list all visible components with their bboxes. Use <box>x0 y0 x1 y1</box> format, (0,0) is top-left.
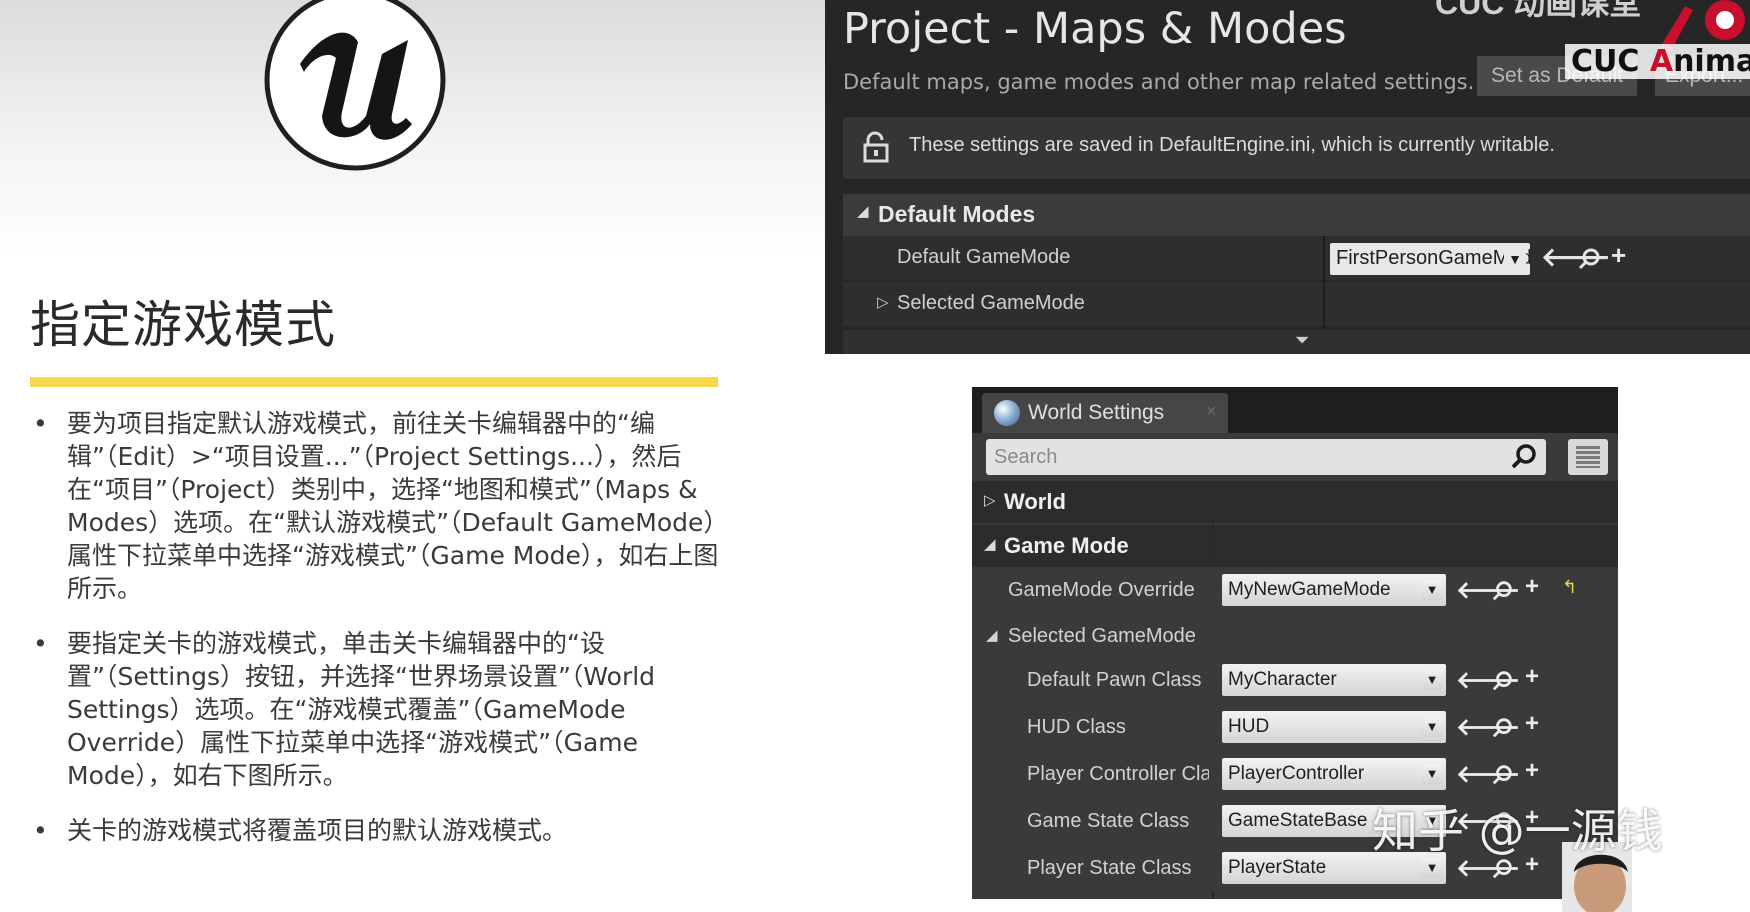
chevron-down-icon: ▼ <box>1422 858 1442 878</box>
magnifier-icon[interactable] <box>1491 763 1515 787</box>
writable-notice: These settings are saved in DefaultEngin… <box>843 117 1750 179</box>
selected-gamemode-row[interactable]: ▷ Selected GameMode <box>843 282 1750 326</box>
bullet-item: • 要为项目指定默认游戏模式，前往关卡编辑器中的“编辑”（Edit）>“项目设置.… <box>30 407 720 605</box>
bullet-text: 要指定关卡的游戏模式，单击关卡编辑器中的“设置”（Settings）按钮，并选择… <box>67 629 656 790</box>
default-gamemode-label: Default GameMode <box>897 246 1071 268</box>
dropdown-value: PlayerState <box>1228 857 1327 878</box>
chevron-down-icon: ▼ <box>1422 580 1442 600</box>
slide-panel: 指定游戏模式 • 要为项目指定默认游戏模式，前往关卡编辑器中的“编辑”（Edit）… <box>0 0 825 899</box>
bullet-dot: • <box>33 629 48 658</box>
category-label: Game Mode <box>1004 533 1129 558</box>
grid-icon <box>1576 446 1600 468</box>
notice-text: These settings are saved in DefaultEngin… <box>909 134 1555 156</box>
chevron-down-icon: ▼ <box>1422 717 1442 737</box>
class-row-label: Player Controller Cla <box>1027 763 1209 785</box>
view-options-button[interactable] <box>1568 439 1608 475</box>
magnifier-icon[interactable] <box>1577 246 1603 272</box>
collapse-triangle-icon: ◢ <box>986 627 998 644</box>
default-gamemode-dropdown[interactable]: FirstPersonGameMode ▼ <box>1330 243 1530 275</box>
cuc-logo-a: A <box>1649 44 1674 79</box>
bullet-dot: • <box>33 816 48 845</box>
plus-icon[interactable]: + <box>1525 573 1539 601</box>
expand-down-icon[interactable]: ⏷ <box>1295 330 1309 351</box>
dropdown-value: HUD <box>1228 716 1270 737</box>
page-subtitle: Default maps, game modes and other map r… <box>843 70 1475 94</box>
category-game-mode[interactable]: ◢ Game Mode <box>972 525 1618 567</box>
expand-triangle-icon[interactable]: ▷ <box>877 293 889 311</box>
plus-icon[interactable]: + <box>1611 240 1626 271</box>
cuc-logo-prefix: CUC <box>1571 44 1650 79</box>
column-divider <box>1323 236 1325 328</box>
class-row-label: Player State Class <box>1027 857 1192 879</box>
chevron-down-icon: ▼ <box>1422 764 1442 784</box>
cuc-anima-logo: CUC Anima <box>1565 44 1750 79</box>
expand-triangle-icon: ▷ <box>984 492 996 509</box>
title-underline <box>30 377 718 387</box>
globe-icon <box>994 400 1020 426</box>
dropdown-value: PlayerController <box>1228 763 1365 784</box>
class-row-label: Game State Class <box>1027 810 1190 832</box>
reset-to-default-icon[interactable]: ↰ <box>1562 577 1577 598</box>
zhihu-watermark: 知乎 @一源钱 <box>1372 804 1663 858</box>
bullet-text: 要为项目指定默认游戏模式，前往关卡编辑器中的“编辑”（Edit）>“项目设置..… <box>67 409 719 603</box>
selected-gamemode-label: Selected GameMode <box>897 292 1085 314</box>
tab-bar: World Settings × <box>972 387 1618 433</box>
bullet-text: 关卡的游戏模式将覆盖项目的默认游戏模式。 <box>67 816 568 845</box>
close-icon[interactable]: × <box>1206 401 1217 422</box>
category-world[interactable]: ▷ World <box>972 481 1618 523</box>
unreal-engine-logo-icon <box>264 0 446 171</box>
lock-icon <box>863 131 889 163</box>
slide-title: 指定游戏模式 <box>30 296 336 354</box>
plus-icon[interactable]: + <box>1525 663 1539 691</box>
search-placeholder: Search <box>994 446 1058 468</box>
advanced-expand-bar[interactable]: ⏷ <box>843 330 1750 354</box>
dropdown-value: FirstPersonGameMode <box>1336 247 1530 269</box>
default-modes-section-header[interactable]: ◢ Default Modes <box>843 194 1750 236</box>
magnifier-icon[interactable] <box>1491 669 1515 693</box>
category-label: World <box>1004 489 1066 514</box>
chevron-down-icon: ▼ <box>1504 248 1526 270</box>
page-title: Project - Maps & Modes <box>843 4 1347 54</box>
class-row-label: HUD Class <box>1027 716 1126 738</box>
tab-label: World Settings <box>1028 401 1165 424</box>
chevron-down-icon: ▼ <box>1422 670 1442 690</box>
bullet-item: • 关卡的游戏模式将覆盖项目的默认游戏模式。 <box>30 814 720 847</box>
project-settings-panel: CUC 动画课堂 Project - Maps & Modes Default … <box>825 0 1750 354</box>
collapse-triangle-icon: ◢ <box>984 536 996 553</box>
class-dropdown[interactable]: HUD ▼ <box>1222 711 1446 743</box>
dropdown-value: MyCharacter <box>1228 669 1337 690</box>
plus-icon[interactable]: + <box>1525 757 1539 785</box>
class-dropdown[interactable]: MyCharacter ▼ <box>1222 664 1446 696</box>
magnifier-icon[interactable] <box>1491 579 1515 603</box>
collapse-triangle-icon: ◢ <box>857 203 869 220</box>
dropdown-value: GameStateBase <box>1228 810 1368 831</box>
cuc-logo-rest: nima <box>1673 44 1750 79</box>
class-dropdown[interactable]: PlayerController ▼ <box>1222 758 1446 790</box>
bullet-dot: • <box>33 409 48 438</box>
section-label: Default Modes <box>878 201 1036 227</box>
gamemode-override-dropdown[interactable]: MyNewGameMode ▼ <box>1222 574 1446 606</box>
selected-gamemode-row[interactable]: ◢ Selected GameMode <box>972 613 1618 659</box>
class-row-label: Default Pawn Class <box>1027 669 1202 691</box>
dropdown-value: MyNewGameMode <box>1228 579 1391 600</box>
selected-gamemode-label: Selected GameMode <box>1008 625 1196 647</box>
watermark-top-text: CUC 动画课堂 <box>1435 0 1642 21</box>
plus-icon[interactable]: + <box>1525 710 1539 738</box>
search-input[interactable]: Search <box>986 439 1546 475</box>
search-icon[interactable] <box>1510 443 1538 471</box>
gamemode-override-label: GameMode Override <box>1008 579 1195 601</box>
bullet-list: • 要为项目指定默认游戏模式，前往关卡编辑器中的“编辑”（Edit）>“项目设置.… <box>30 407 720 869</box>
bullet-item: • 要指定关卡的游戏模式，单击关卡编辑器中的“设置”（Settings）按钮，并选… <box>30 627 720 792</box>
magnifier-icon[interactable] <box>1491 716 1515 740</box>
tab-world-settings[interactable]: World Settings × <box>982 393 1228 433</box>
